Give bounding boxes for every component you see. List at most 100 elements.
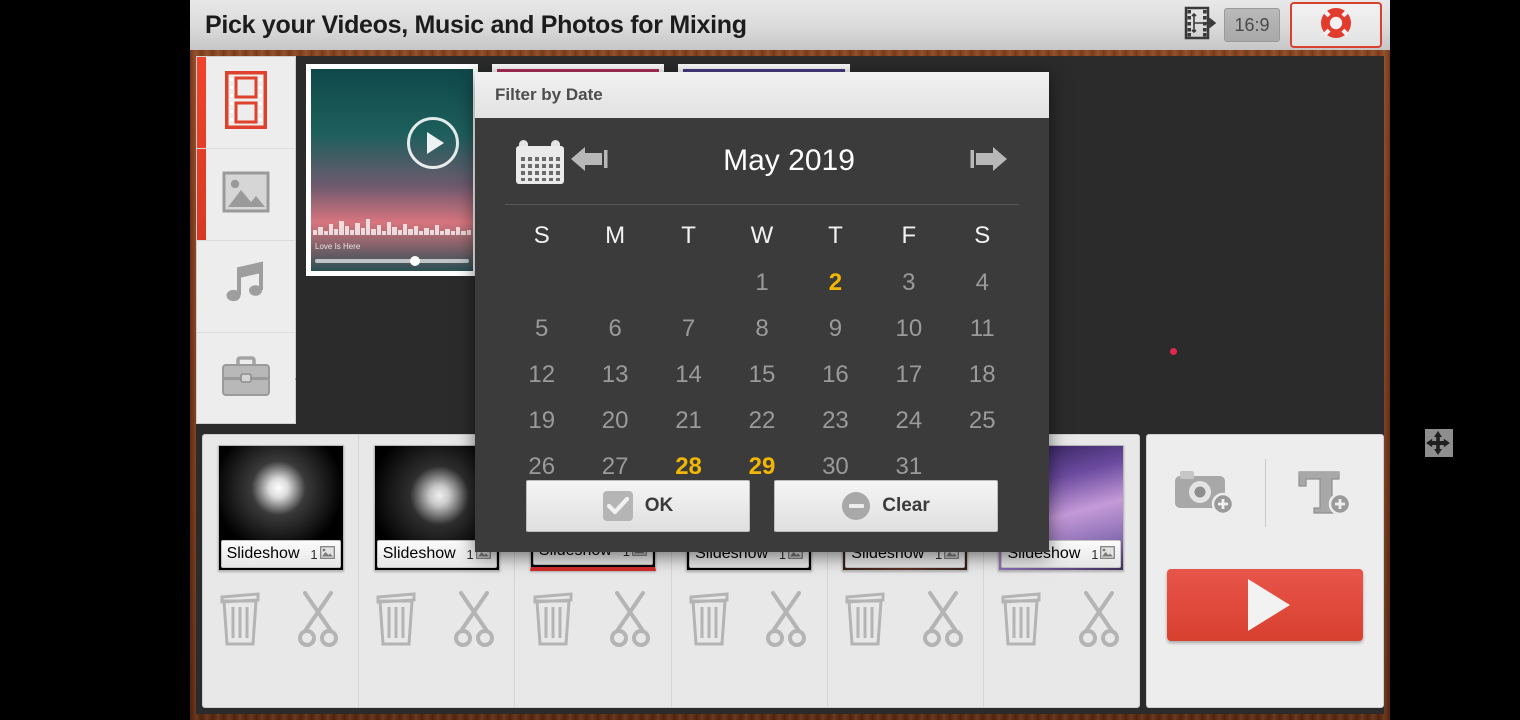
clip-label-text: Slideshow bbox=[226, 545, 300, 562]
sidebar-item-video[interactable] bbox=[197, 57, 295, 149]
calendar-day[interactable]: 14 bbox=[652, 355, 725, 395]
calendar-icon bbox=[513, 135, 567, 187]
dialog-title: Filter by Date bbox=[495, 85, 603, 104]
scissors-icon[interactable] bbox=[761, 589, 811, 652]
arrow-right-icon bbox=[967, 142, 1009, 181]
timeline-clip[interactable]: Slideshow 1 bbox=[203, 435, 360, 707]
image-icon bbox=[1100, 546, 1116, 562]
ok-button[interactable]: OK bbox=[526, 480, 750, 532]
play-circle-icon[interactable] bbox=[407, 117, 459, 169]
page-title: Pick your Videos, Music and Photos for M… bbox=[205, 10, 747, 39]
calendar-day[interactable]: 6 bbox=[578, 309, 651, 349]
calendar-day[interactable]: 9 bbox=[799, 309, 872, 349]
calendar-day[interactable]: 25 bbox=[946, 401, 1019, 441]
calendar-day[interactable]: 24 bbox=[872, 401, 945, 441]
prev-month-button[interactable] bbox=[567, 141, 613, 181]
clear-button[interactable]: Clear bbox=[774, 480, 998, 532]
clear-button-label: Clear bbox=[882, 495, 930, 516]
trash-icon[interactable] bbox=[218, 589, 262, 652]
calendar-day-header: M bbox=[605, 222, 626, 249]
minus-circle-icon bbox=[842, 492, 871, 520]
media-thumbnail[interactable]: Love Is Here bbox=[306, 64, 478, 276]
trash-icon[interactable] bbox=[531, 589, 575, 652]
track-title: Love Is Here bbox=[315, 242, 361, 251]
scissors-icon[interactable] bbox=[293, 589, 343, 652]
calendar-day[interactable]: 18 bbox=[946, 355, 1019, 395]
dialog-header: Filter by Date bbox=[475, 72, 1049, 118]
calendar-day-blank: . bbox=[578, 263, 651, 303]
trash-icon[interactable] bbox=[999, 589, 1043, 652]
scissors-icon[interactable] bbox=[449, 589, 499, 652]
fullscreen-expand-icon[interactable] bbox=[1424, 428, 1454, 458]
calendar-day[interactable]: 12 bbox=[505, 355, 578, 395]
text-add-icon bbox=[1294, 466, 1354, 521]
calendar-day-header: W bbox=[750, 222, 774, 249]
app-window: Pick your Videos, Music and Photos for M… bbox=[190, 0, 1453, 720]
calendar-day[interactable]: 2 bbox=[799, 263, 872, 303]
clip-actions bbox=[515, 589, 670, 652]
help-button[interactable] bbox=[1290, 2, 1382, 48]
image-icon bbox=[222, 171, 270, 218]
trash-icon[interactable] bbox=[374, 589, 418, 652]
trash-icon[interactable] bbox=[687, 589, 731, 652]
sidebar-item-projects[interactable] bbox=[197, 333, 315, 425]
pagination-dot[interactable] bbox=[1170, 348, 1177, 355]
film-strip-icon bbox=[223, 69, 269, 134]
calendar-day[interactable]: 7 bbox=[652, 309, 725, 349]
arrow-left-icon bbox=[569, 142, 611, 181]
aspect-ratio-badge[interactable]: 16:9 bbox=[1224, 8, 1280, 42]
music-note-icon bbox=[223, 261, 269, 312]
scissors-icon[interactable] bbox=[918, 589, 968, 652]
calendar-day[interactable]: 8 bbox=[725, 309, 798, 349]
calendar-day-blank: . bbox=[505, 263, 578, 303]
calendar-day[interactable]: 4 bbox=[946, 263, 1019, 303]
camera-add-icon bbox=[1173, 466, 1239, 521]
scissors-icon[interactable] bbox=[1074, 589, 1124, 652]
sidebar-item-photo[interactable] bbox=[197, 149, 295, 241]
calendar-day-header: T bbox=[828, 222, 843, 249]
calendar-day[interactable]: 11 bbox=[946, 309, 1019, 349]
media-thumbnail-image: Love Is Here bbox=[311, 69, 473, 271]
clip-label-text: Slideshow bbox=[382, 545, 456, 562]
calendar-navigation: May 2019 bbox=[475, 118, 1049, 204]
add-text-button[interactable] bbox=[1266, 459, 1384, 527]
calendar-day[interactable]: 20 bbox=[578, 401, 651, 441]
calendar-day[interactable]: 23 bbox=[799, 401, 872, 441]
calendar-day[interactable]: 1 bbox=[725, 263, 798, 303]
clip-card[interactable]: Slideshow 1 bbox=[217, 445, 344, 571]
calendar-day-header: S bbox=[974, 222, 991, 249]
calendar-day-blank: . bbox=[652, 263, 725, 303]
filter-by-date-dialog: Filter by Date May 2019 S M T W T F S 1 … bbox=[475, 72, 1049, 552]
lifebuoy-help-icon bbox=[1319, 6, 1353, 45]
sidebar-item-music[interactable] bbox=[197, 241, 295, 333]
title-bar-controls: 16:9 bbox=[1184, 0, 1382, 50]
calendar-day[interactable]: 13 bbox=[578, 355, 651, 395]
seek-bar[interactable] bbox=[315, 256, 469, 266]
ok-button-label: OK bbox=[644, 495, 674, 516]
calendar-day[interactable]: 3 bbox=[872, 263, 945, 303]
calendar-day[interactable]: 15 bbox=[725, 355, 798, 395]
calendar-day[interactable]: 16 bbox=[799, 355, 872, 395]
calendar-day[interactable]: 19 bbox=[505, 401, 578, 441]
clip-actions bbox=[203, 589, 358, 652]
calendar-day[interactable]: 17 bbox=[872, 355, 945, 395]
clip-actions bbox=[672, 589, 827, 652]
calendar-day[interactable]: 22 bbox=[725, 401, 798, 441]
preview-play-button[interactable] bbox=[1167, 569, 1363, 641]
checkbox-check-icon bbox=[602, 491, 633, 521]
calendar-day[interactable]: 10 bbox=[872, 309, 945, 349]
calendar-day[interactable]: 21 bbox=[652, 401, 725, 441]
add-photo-button[interactable] bbox=[1147, 459, 1265, 527]
trash-icon[interactable] bbox=[843, 589, 887, 652]
app-root: Pick your Videos, Music and Photos for M… bbox=[0, 0, 1520, 720]
aspect-ratio-control[interactable]: 16:9 bbox=[1184, 5, 1280, 46]
calendar-day-header: T bbox=[681, 222, 696, 249]
calendar-day[interactable]: 5 bbox=[505, 309, 578, 349]
calendar-month-label: May 2019 bbox=[723, 144, 855, 177]
clip-actions bbox=[359, 589, 514, 652]
calendar-grid[interactable]: SMTWTFS...123456789101112131415161718192… bbox=[475, 205, 1049, 487]
sidebar bbox=[196, 56, 315, 425]
calendar-day-header: S bbox=[533, 222, 550, 249]
scissors-icon[interactable] bbox=[605, 589, 655, 652]
next-month-button[interactable] bbox=[965, 141, 1011, 181]
